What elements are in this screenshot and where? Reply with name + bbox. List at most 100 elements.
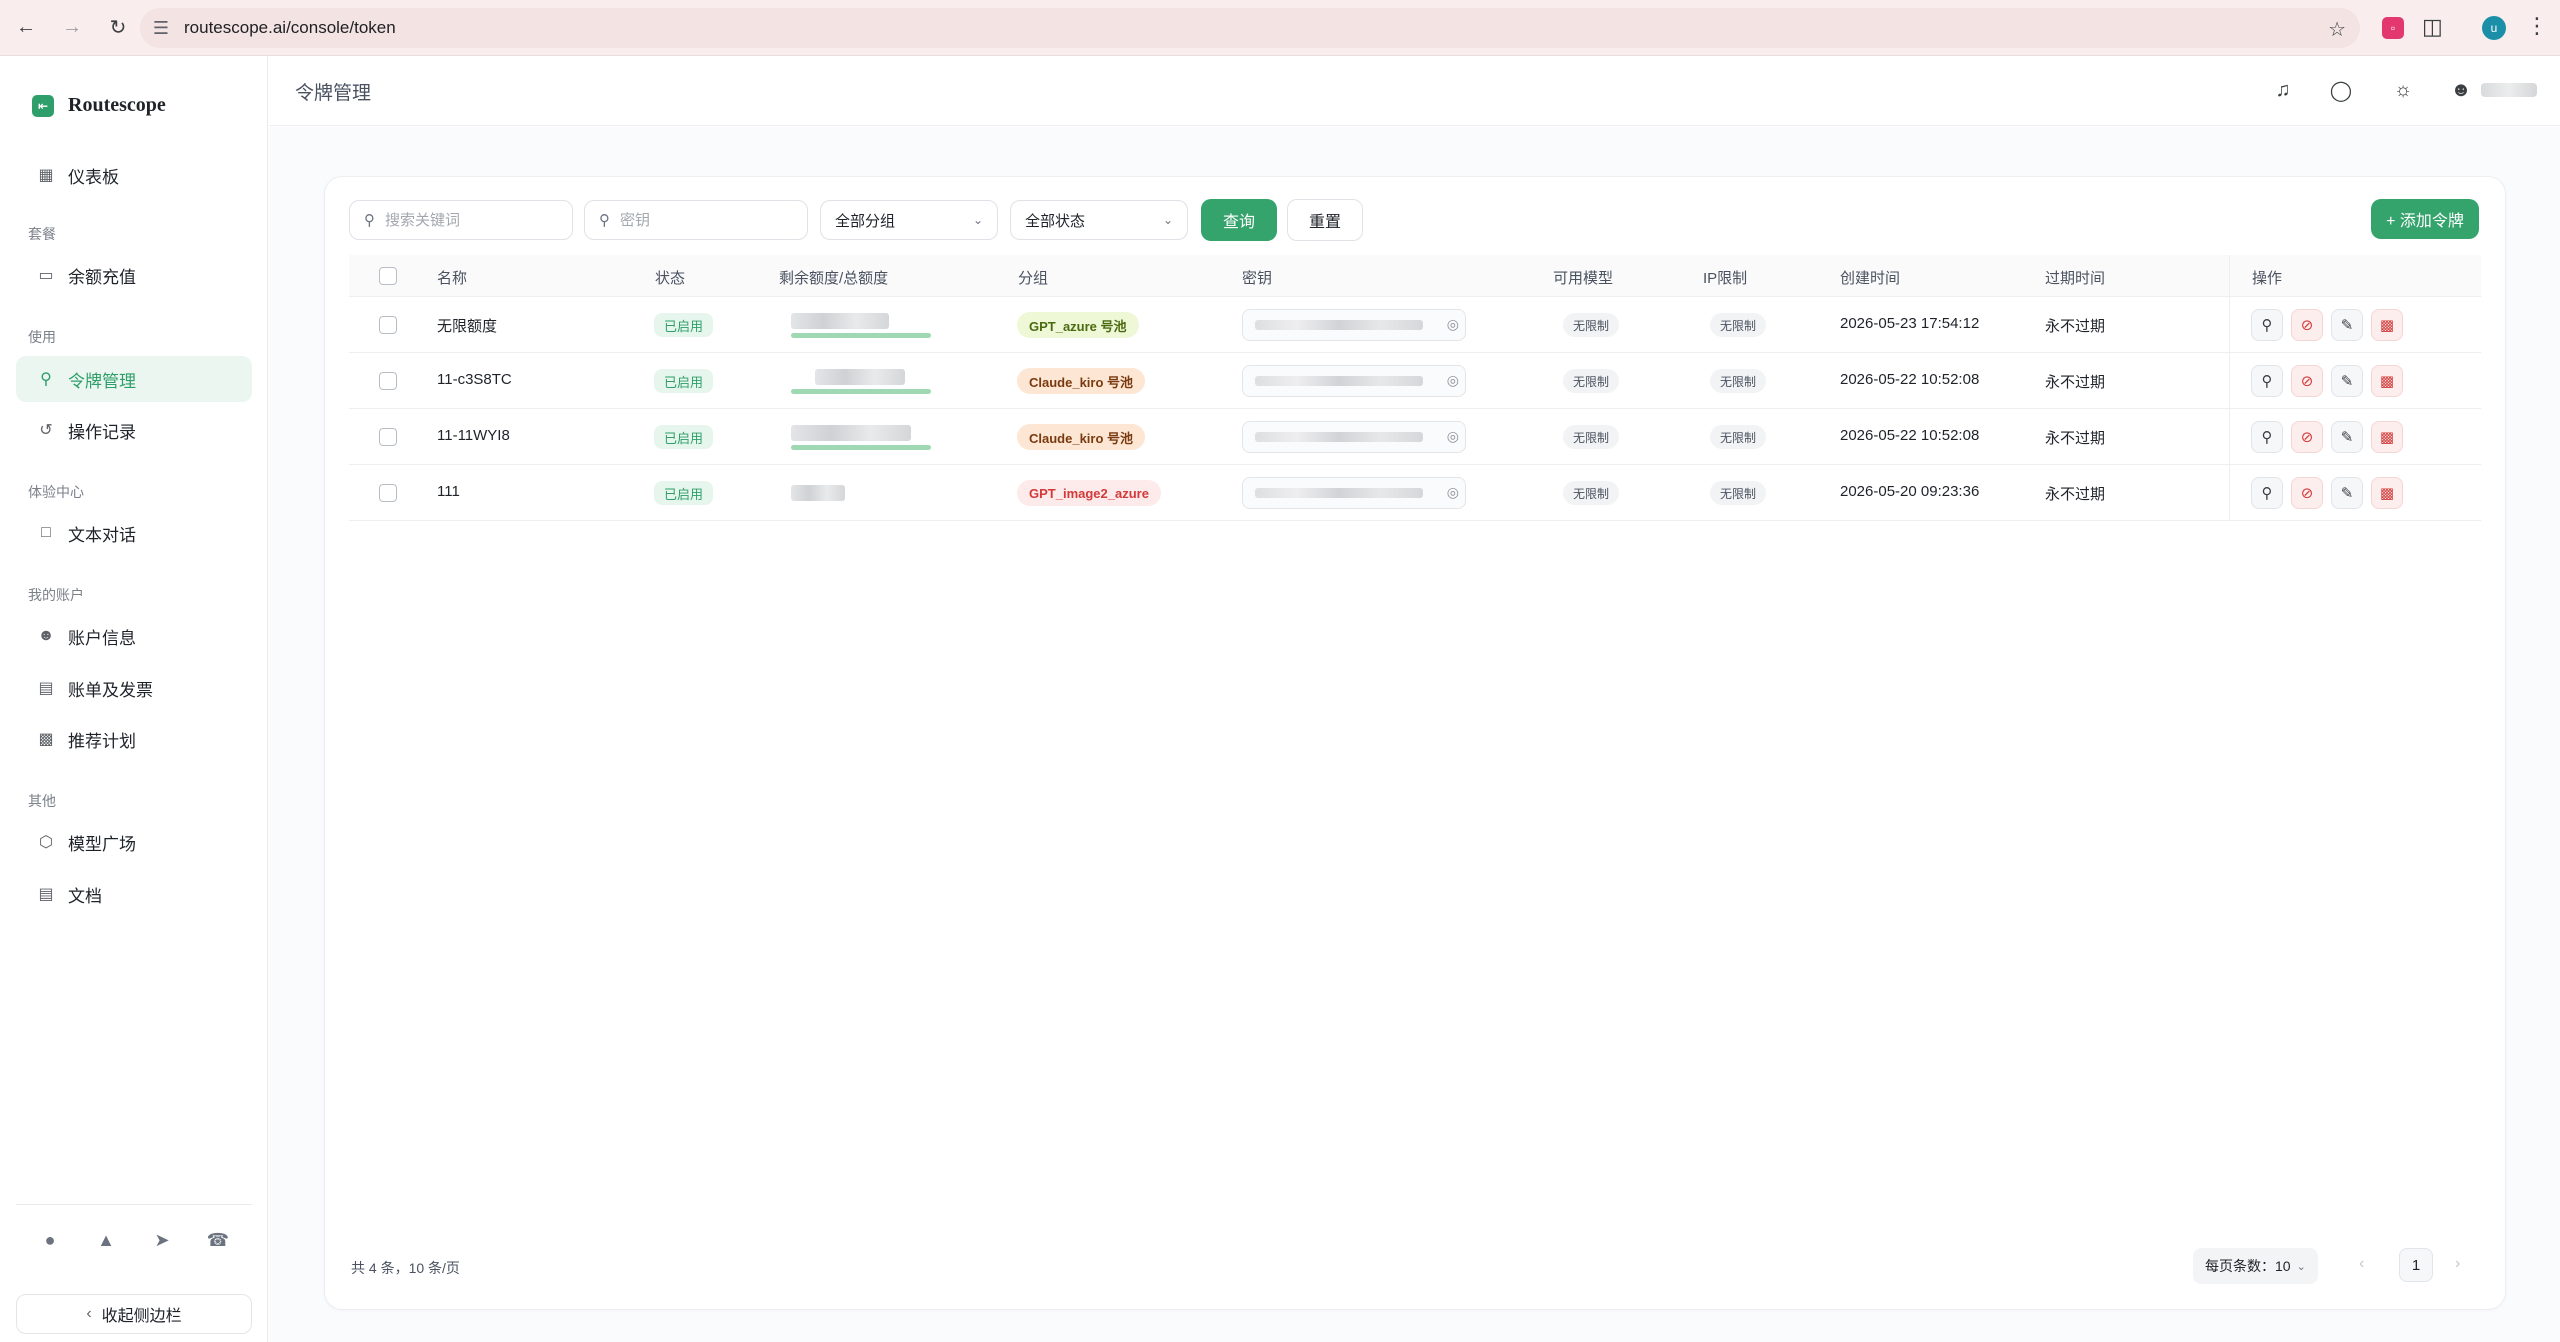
back-icon[interactable]: ←	[6, 8, 46, 48]
chevron-down-icon: ⌄	[1162, 213, 1173, 227]
page-number-current[interactable]: 1	[2399, 1248, 2433, 1282]
sidebar-item-referral[interactable]: ▩ 推荐计划	[16, 716, 252, 762]
wechat-icon[interactable]: ●	[38, 1228, 62, 1252]
token-table: 名称 状态 剩余额度/总额度 分组 密钥 可用模型 IP限制 创建时间 过期时间…	[349, 255, 2481, 521]
sidebar-item-chat[interactable]: □ 文本对话	[16, 510, 252, 556]
expire-time: 永不过期	[2045, 374, 2106, 391]
chevron-left-icon: ‹	[86, 1305, 92, 1322]
sidebar-item-models[interactable]: ⬡ 模型广场	[16, 819, 252, 865]
page-size-select[interactable]: 每页条数：10 ⌄	[2193, 1248, 2318, 1284]
column-models: 可用模型	[1553, 270, 1614, 287]
eye-icon[interactable]: ◎	[1447, 316, 1459, 333]
created-time: 2026-05-22 10:52:08	[1840, 427, 1980, 444]
reload-icon[interactable]: ↻	[98, 8, 138, 48]
row-checkbox[interactable]	[379, 316, 397, 334]
created-time: 2026-05-20 09:23:36	[1840, 483, 1980, 500]
sidebar-item-label: 账单及发票	[68, 680, 153, 700]
disable-icon[interactable]: ⊘	[2291, 365, 2323, 397]
eye-icon[interactable]: ◎	[1447, 372, 1459, 389]
models-pill: 无限制	[1563, 313, 1620, 337]
keyword-search-input[interactable]	[385, 211, 545, 229]
add-token-button[interactable]: + 添加令牌	[2371, 199, 2479, 239]
sidebar-item-docs[interactable]: ▤ 文档	[16, 871, 252, 917]
ip-pill: 无限制	[1710, 313, 1767, 337]
chat-bubble-icon: □	[41, 524, 51, 541]
url-text: routescope.ai/console/token	[184, 18, 396, 37]
api-key-field[interactable]: ◎	[1242, 477, 1466, 509]
edit-pencil-icon[interactable]: ✎	[2331, 309, 2363, 341]
reset-button[interactable]: 重置	[1287, 199, 1363, 241]
sidebar-item-billing[interactable]: ▤ 账单及发票	[16, 665, 252, 711]
edit-pencil-icon[interactable]: ✎	[2331, 421, 2363, 453]
copy-key-icon[interactable]: ⚲	[2251, 309, 2283, 341]
keyword-search[interactable]: ⚲	[349, 200, 573, 240]
sidebar-section-experience: 体验中心	[28, 484, 84, 500]
username-redacted[interactable]	[2481, 83, 2537, 97]
sidebar-item-recharge[interactable]: ▭ 余额充值	[16, 252, 252, 298]
globe-icon[interactable]: ◯	[2327, 76, 2355, 104]
sidebar-section-account: 我的账户	[28, 587, 84, 603]
address-bar[interactable]: ☰ routescope.ai/console/token ☆	[140, 8, 2360, 48]
table-row: 11-c3S8TC 已启用 Claude_kiro 号池 ◎ 无限制 无限制 2…	[349, 353, 2481, 409]
prev-page-icon[interactable]: ‹	[2359, 1255, 2364, 1273]
select-all-checkbox[interactable]	[379, 267, 397, 285]
row-checkbox[interactable]	[379, 428, 397, 446]
key-icon: ⚲	[40, 371, 52, 388]
status-badge: 已启用	[654, 369, 714, 393]
gift-icon: ▩	[38, 731, 54, 748]
api-key-field[interactable]: ◎	[1242, 309, 1466, 341]
delete-trash-icon[interactable]: ▩	[2371, 365, 2403, 397]
brand[interactable]: ⇤ Routescope	[32, 94, 166, 117]
group-tag: Claude_kiro 号池	[1017, 368, 1146, 394]
forward-icon[interactable]: →	[52, 8, 92, 48]
group-select[interactable]: 全部分组 ⌄	[820, 200, 998, 240]
browser-menu-icon[interactable]: ⋮	[2526, 13, 2548, 39]
eye-icon[interactable]: ◎	[1447, 428, 1459, 445]
column-divider	[2229, 255, 2230, 296]
total-count: 共 4 条，10 条/页	[351, 1260, 460, 1276]
api-key-field[interactable]: ◎	[1242, 365, 1466, 397]
key-search-input[interactable]	[620, 211, 780, 229]
profile-avatar[interactable]: u	[2482, 16, 2506, 40]
next-page-icon[interactable]: ›	[2455, 1255, 2460, 1273]
row-checkbox[interactable]	[379, 484, 397, 502]
sidebar-item-logs[interactable]: ↺ 操作记录	[16, 407, 252, 453]
bell-icon[interactable]: ♫	[2269, 76, 2297, 104]
disable-icon[interactable]: ⊘	[2291, 309, 2323, 341]
bookmark-star-icon[interactable]: ☆	[2328, 17, 2346, 42]
user-icon[interactable]: ☻	[2447, 76, 2475, 104]
sidebar-item-account-info[interactable]: ☻ 账户信息	[16, 613, 252, 659]
quota-redacted	[779, 423, 931, 453]
telegram-icon[interactable]: ➤	[150, 1228, 174, 1252]
extension-icon[interactable]: ▫	[2382, 17, 2404, 39]
column-divider	[2229, 465, 2230, 520]
edit-pencil-icon[interactable]: ✎	[2331, 365, 2363, 397]
collapse-sidebar-button[interactable]: ‹ 收起侧边栏	[16, 1294, 252, 1334]
eye-icon[interactable]: ◎	[1447, 484, 1459, 501]
column-divider	[2229, 409, 2230, 464]
disable-icon[interactable]: ⊘	[2291, 477, 2323, 509]
qq-icon[interactable]: ▲	[94, 1228, 118, 1252]
quota-redacted	[779, 311, 931, 341]
sidebar-item-dashboard[interactable]: ▦ 仪表板	[16, 152, 252, 198]
site-settings-icon[interactable]: ☰	[150, 17, 172, 39]
key-search[interactable]: ⚲	[584, 200, 808, 240]
copy-key-icon[interactable]: ⚲	[2251, 421, 2283, 453]
row-checkbox[interactable]	[379, 372, 397, 390]
extensions-puzzle-icon[interactable]: ◫	[2422, 14, 2443, 40]
edit-pencil-icon[interactable]: ✎	[2331, 477, 2363, 509]
copy-key-icon[interactable]: ⚲	[2251, 477, 2283, 509]
delete-trash-icon[interactable]: ▩	[2371, 421, 2403, 453]
delete-trash-icon[interactable]: ▩	[2371, 309, 2403, 341]
theme-sun-icon[interactable]: ☼	[2389, 76, 2417, 104]
delete-trash-icon[interactable]: ▩	[2371, 477, 2403, 509]
copy-key-icon[interactable]: ⚲	[2251, 365, 2283, 397]
status-select[interactable]: 全部状态 ⌄	[1010, 200, 1188, 240]
disable-icon[interactable]: ⊘	[2291, 421, 2323, 453]
column-divider	[2229, 297, 2230, 352]
api-key-field[interactable]: ◎	[1242, 421, 1466, 453]
query-button[interactable]: 查询	[1201, 199, 1277, 241]
page-size-label: 每页条数：10	[2205, 1258, 2291, 1274]
whatsapp-icon[interactable]: ☎	[206, 1228, 230, 1252]
sidebar-item-tokens[interactable]: ⚲ 令牌管理	[16, 356, 252, 402]
